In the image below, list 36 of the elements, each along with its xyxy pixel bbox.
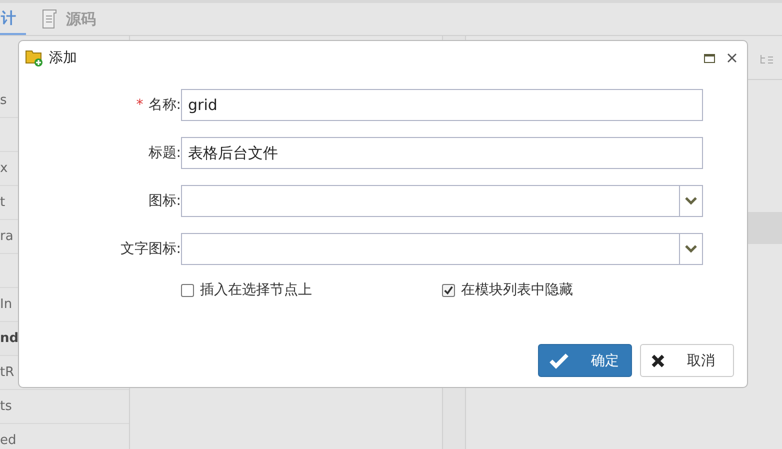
maximize-icon[interactable] (704, 54, 715, 62)
chevron-down-icon (685, 245, 697, 253)
list-item-text: ts (0, 399, 12, 414)
list-item-text: ed (0, 433, 16, 448)
checkbox-label: 在模块列表中隐藏 (461, 281, 573, 299)
confirm-button[interactable]: 确定 (538, 344, 632, 377)
field-label: 文字图标: (120, 241, 181, 257)
field-label: 标题: (148, 145, 181, 161)
cancel-button[interactable]: 取消 (640, 344, 734, 377)
list-item-text: s (0, 93, 7, 108)
list-item-text: nd (0, 331, 19, 346)
chevron-down-icon (685, 197, 697, 205)
list-row[interactable]: ts (0, 390, 129, 424)
checkbox[interactable] (442, 284, 455, 296)
list-row[interactable]: ed (0, 424, 129, 449)
close-icon[interactable] (727, 53, 737, 63)
folder-add-icon (25, 49, 43, 67)
tab[interactable]: 计 (0, 3, 26, 35)
required-mark: * (136, 97, 144, 113)
input-field[interactable]: 表格后台文件 (181, 137, 703, 169)
x-icon (651, 354, 665, 368)
checkbox[interactable] (181, 284, 194, 296)
checkbox-label: 插入在选择节点上 (200, 281, 312, 299)
check-icon (549, 352, 569, 368)
dialog-title: 添加 (49, 49, 77, 67)
dropdown-field[interactable] (181, 233, 703, 265)
dropdown-field[interactable] (181, 185, 703, 217)
list-item-text: t (0, 195, 6, 210)
list-item-text: x (0, 161, 8, 176)
field-label: 图标: (148, 193, 181, 209)
document-icon (40, 9, 58, 29)
list-item-text: ra (0, 229, 14, 244)
list-item-text: tR (0, 365, 14, 380)
list-item-text: In (0, 297, 12, 312)
field-label: 名称: (148, 97, 181, 113)
input-field[interactable]: grid (181, 89, 703, 121)
